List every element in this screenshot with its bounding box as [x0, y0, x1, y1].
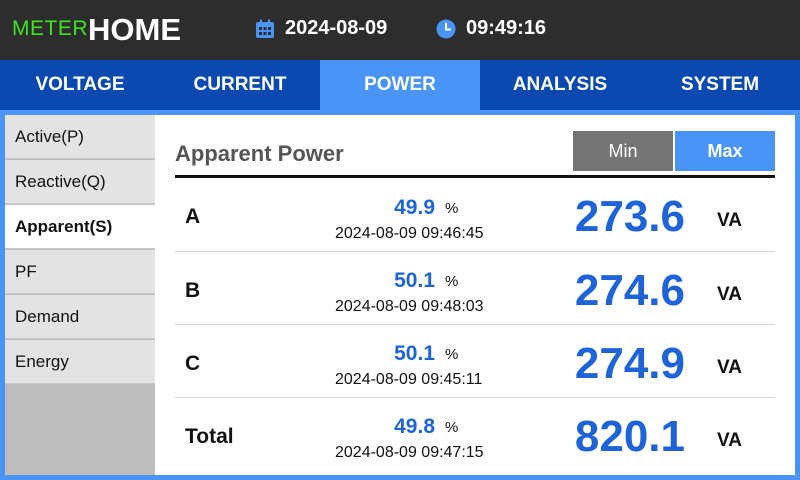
percent-value-c: 50.1 — [394, 342, 435, 365]
max-value-total: 820.1 — [574, 412, 685, 461]
header-bar: METER HOME 2024-08-09 09:49:16 — [0, 0, 800, 60]
timestamp-c: 2024-08-09 09:45:11 — [335, 371, 483, 388]
percent-value-a: 49.9 — [394, 196, 435, 219]
timestamp-a: 2024-08-09 09:46:45 — [335, 225, 484, 242]
calendar-icon — [256, 19, 274, 38]
min-button[interactable]: Min — [573, 131, 673, 171]
unit-b: VA — [717, 284, 742, 305]
tab-voltage[interactable]: VOLTAGE — [0, 60, 160, 110]
row-divider — [175, 397, 775, 398]
phase-label-c: C — [185, 352, 201, 375]
sidebar-item-demand[interactable]: Demand — [5, 295, 155, 339]
phase-label-total: Total — [185, 425, 234, 448]
max-value-a: 273.6 — [574, 192, 685, 241]
sidebar-item-apparent-power[interactable]: Apparent(S) — [5, 205, 155, 249]
timestamp-total: 2024-08-09 09:47:15 — [335, 444, 484, 461]
brand-prefix: METER — [12, 17, 88, 40]
unit-c: VA — [717, 357, 742, 378]
tab-current[interactable]: CURRENT — [160, 60, 320, 110]
panel-title: Apparent Power — [175, 141, 344, 166]
percent-unit-a: % — [445, 200, 459, 217]
percent-unit-b: % — [445, 273, 459, 290]
tab-system[interactable]: SYSTEM — [640, 60, 800, 110]
timestamp-b: 2024-08-09 09:48:03 — [335, 298, 484, 315]
time-display: 09:49:16 — [466, 17, 547, 39]
percent-value-b: 50.1 — [394, 269, 435, 292]
max-value-b: 274.6 — [574, 266, 685, 315]
max-button[interactable]: Max — [675, 131, 775, 171]
percent-value-total: 49.8 — [394, 415, 435, 438]
tab-power[interactable]: POWER — [320, 60, 480, 110]
title-divider — [175, 175, 775, 178]
row-divider — [175, 324, 775, 325]
sidebar-item-reactive-power[interactable]: Reactive(Q) — [5, 160, 155, 204]
sidebar-item-pf[interactable]: PF — [5, 250, 155, 294]
unit-a: VA — [717, 210, 742, 231]
clock-icon — [436, 19, 456, 39]
sidebar-item-active-power[interactable]: Active(P) — [5, 115, 155, 159]
phase-label-b: B — [185, 279, 201, 302]
row-divider — [175, 251, 775, 252]
main-tab-bar: VOLTAGE CURRENT POWER ANALYSIS SYSTEM — [0, 60, 800, 110]
percent-unit-c: % — [445, 346, 459, 363]
max-value-c: 274.9 — [574, 339, 685, 388]
sidebar-item-energy[interactable]: Energy — [5, 340, 155, 384]
percent-unit-total: % — [445, 419, 459, 436]
date-display: 2024-08-09 — [285, 17, 388, 39]
tab-analysis[interactable]: ANALYSIS — [480, 60, 640, 110]
phase-label-a: A — [185, 205, 201, 228]
unit-total: VA — [717, 430, 742, 451]
page-title: HOME — [88, 12, 181, 47]
